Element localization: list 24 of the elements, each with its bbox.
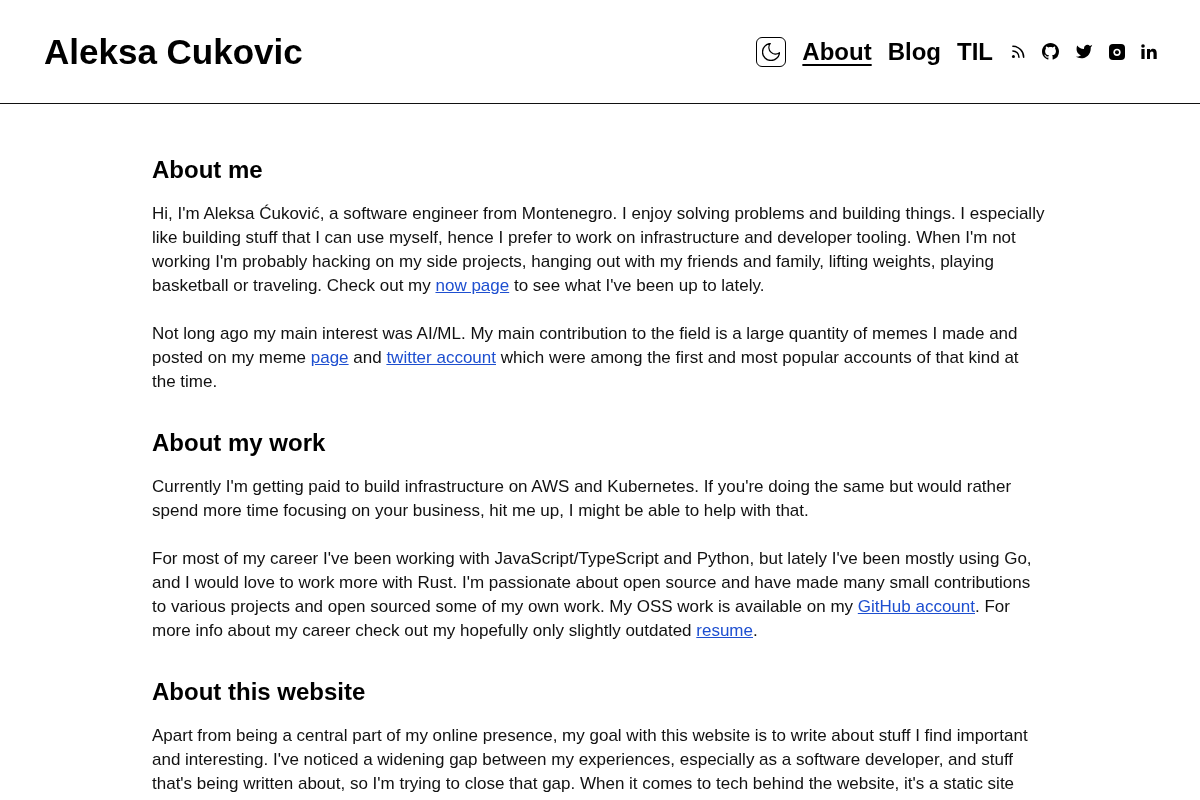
site-title[interactable]: Aleksa Cukovic: [44, 31, 303, 72]
text-link[interactable]: now page: [435, 276, 510, 295]
paragraph: Hi, I'm Aleksa Ćuković, a software engineer from Montenegro. I enjoy solving problems and building things. I especially like building stuff that I can use myself, hence I prefer to work on infrastructure and developer tooling. When I'm not working I'm probably hacking on my side projects, hanging out with my friends and family, lifting weights, playing basketball or traveling. Check out my now page to see what I've been up to lately.: [152, 203, 1046, 297]
section-heading: About this website: [152, 678, 367, 706]
text-link[interactable]: GitHub account: [857, 597, 975, 616]
text-link[interactable]: twitter account: [386, 348, 496, 367]
paragraph: Not long ago my main interest was AI/ML. My main contribution to the field is a large quantity of memes I made and posted on my meme page and twitter account which were among the first and most popular accounts of that kind at the time.: [152, 323, 1020, 393]
nav-link[interactable]: TIL: [957, 37, 993, 66]
nav-link[interactable]: Blog: [887, 37, 941, 66]
paragraph: Currently I'm getting paid to build infrastructure on AWS and Kubernetes. If you're doing the same but would rather spend more time focusing on your business, hit me up, I might be able to help with that.: [152, 476, 1013, 522]
bird-icon[interactable]: [1075, 44, 1093, 59]
paragraph: For most of my career I've been working with JavaScript/TypeScript and Python, but lately I've been mostly using Go, and I would love to work more with Rust. I'm passionate about open source and have made many small contributions to various projects and open sourced some of my own work. My OSS work is available on my GitHub account. For more info about my career check out my hopefully only slightly outdated resume.: [152, 548, 1033, 642]
paragraph: Apart from being a central part of my online presence, my goal with this website is to write about stuff I find important and interesting. I've noticed a widening gap between my experiences, especially as a software developer, and stuff that's being written about, so I'm trying to close that gap. When it comes to tech behind the website, it's a static site: [152, 725, 1029, 795]
camera-icon[interactable]: [1109, 43, 1125, 60]
theme-toggle-button[interactable]: [756, 36, 787, 67]
github-icon[interactable]: [1042, 43, 1059, 60]
nav-link[interactable]: About: [802, 37, 872, 66]
moon-icon: [762, 42, 781, 61]
rss-icon[interactable]: [1011, 44, 1026, 59]
linkedin-icon[interactable]: [1141, 44, 1157, 59]
section-heading: About my work: [152, 429, 327, 457]
text-link[interactable]: page: [310, 348, 349, 367]
text-link[interactable]: resume: [696, 621, 753, 640]
section-heading: About me: [152, 156, 264, 184]
